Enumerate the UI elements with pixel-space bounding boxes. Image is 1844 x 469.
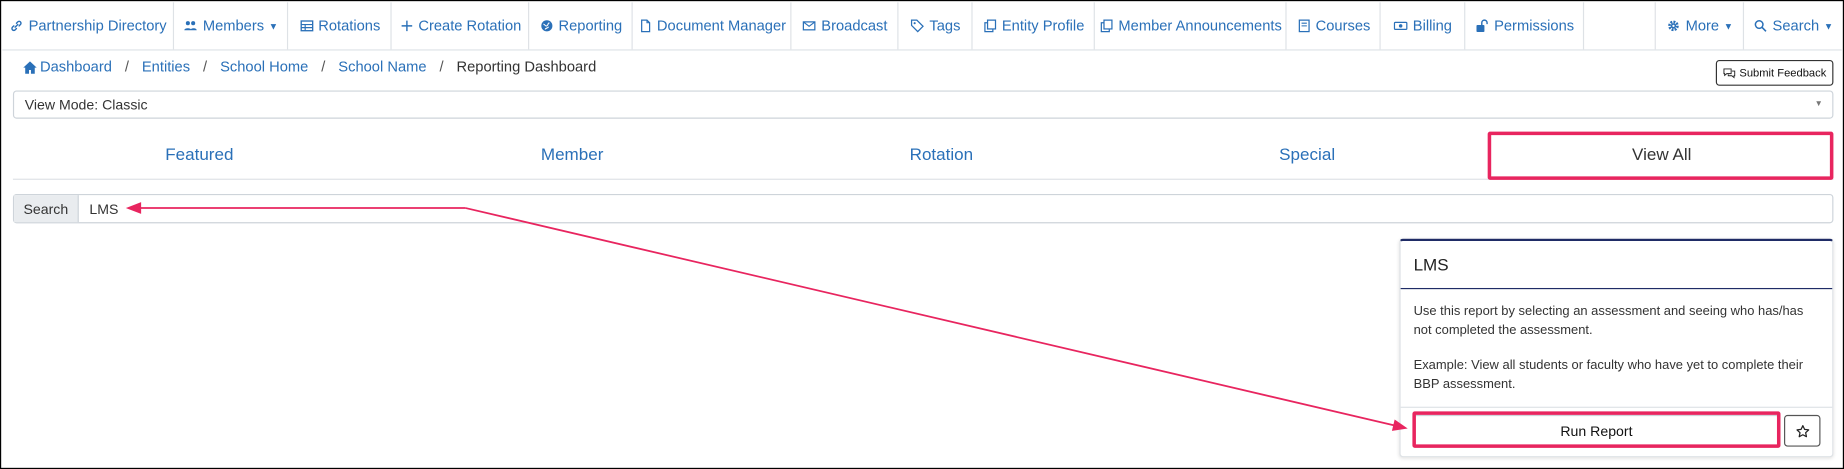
nav-reporting[interactable]: Reporting: [529, 2, 633, 50]
chevron-down-icon: ▼: [1723, 20, 1734, 32]
comments-icon: [1723, 68, 1736, 79]
nav-spacer: [1584, 2, 1656, 50]
link-icon: [9, 18, 25, 34]
nav-label: Billing: [1412, 17, 1452, 35]
tab-featured[interactable]: Featured: [13, 132, 386, 179]
nav-label: Reporting: [558, 17, 623, 35]
nav-label: Rotations: [318, 17, 381, 35]
gear-icon: [1666, 18, 1682, 34]
home-icon: [22, 59, 37, 74]
star-icon: [1795, 424, 1809, 437]
book-icon: [1296, 18, 1312, 34]
breadcrumb-separator: /: [124, 58, 129, 76]
breadcrumb-separator: /: [439, 58, 444, 76]
report-card-title: LMS: [1413, 256, 1449, 276]
submit-feedback-button[interactable]: Submit Feedback: [1715, 59, 1834, 86]
nav-rotations[interactable]: Rotations: [288, 2, 392, 50]
breadcrumb-label: Dashboard: [39, 58, 112, 76]
search-input[interactable]: [78, 195, 1833, 223]
favorite-button[interactable]: [1784, 414, 1821, 447]
table-icon: [298, 18, 314, 34]
nav-billing[interactable]: Billing: [1381, 2, 1466, 50]
tab-rotation[interactable]: Rotation: [759, 132, 1125, 179]
envelope-icon: [801, 18, 817, 34]
nav-search[interactable]: Search ▼: [1744, 2, 1842, 49]
breadcrumb-school-name[interactable]: School Name: [338, 59, 426, 75]
breadcrumb-entities[interactable]: Entities: [142, 59, 190, 75]
breadcrumb-dashboard[interactable]: Dashboard: [22, 59, 112, 75]
card-divider: [1400, 406, 1833, 408]
nav-label: Document Manager: [656, 17, 787, 35]
breadcrumb-current: Reporting Dashboard: [456, 58, 597, 76]
report-search: Search: [12, 193, 1834, 224]
report-example: Example: View all students or faculty wh…: [1413, 358, 1804, 392]
tab-special[interactable]: Special: [1124, 132, 1490, 179]
report-card-body: Use this report by selecting an assessme…: [1414, 302, 1820, 410]
annotation-highlight-view-all: [1487, 131, 1834, 180]
feedback-label: Submit Feedback: [1739, 66, 1827, 80]
tab-member[interactable]: Member: [386, 132, 759, 179]
chevron-down-icon: ▼: [1823, 20, 1834, 32]
report-description: Use this report by selecting an assessme…: [1413, 304, 1804, 338]
nav-label: Entity Profile: [1001, 17, 1085, 35]
nav-partnership-directory[interactable]: Partnership Directory: [2, 2, 175, 50]
nav-label: Partnership Directory: [28, 17, 167, 35]
nav-label: Tags: [929, 17, 961, 35]
nav-courses[interactable]: Courses: [1287, 2, 1381, 50]
file-icon: [637, 18, 653, 34]
nav-label: Member Announcements: [1118, 17, 1282, 35]
chevron-down-icon: ▼: [268, 20, 279, 32]
top-nav: Partnership Directory Members ▼ Rotation…: [2, 2, 1842, 51]
copy-icon: [982, 18, 998, 34]
nav-label: Search: [1772, 17, 1820, 35]
nav-label: Members: [202, 17, 265, 35]
search-label: Search: [14, 195, 79, 223]
nav-member-announcements[interactable]: Member Announcements: [1095, 2, 1287, 50]
tag-icon: [909, 18, 925, 34]
chevron-down-icon: ▼: [1814, 99, 1823, 109]
nav-more[interactable]: More ▼: [1656, 2, 1745, 50]
plus-icon: [398, 18, 414, 34]
nav-label: Broadcast: [821, 17, 888, 35]
users-icon: [183, 18, 199, 34]
app-window: Partnership Directory Members ▼ Rotation…: [0, 0, 1844, 469]
annotation-arrow-line: [465, 207, 1395, 427]
nav-create-rotation[interactable]: Create Rotation: [392, 2, 530, 50]
money-icon: [1393, 18, 1409, 34]
nav-permissions[interactable]: Permissions: [1465, 2, 1585, 50]
annotation-highlight-run-report: [1412, 411, 1781, 448]
nav-members[interactable]: Members ▼: [174, 2, 289, 50]
nav-broadcast[interactable]: Broadcast: [791, 2, 899, 50]
nav-document-manager[interactable]: Document Manager: [633, 2, 792, 50]
breadcrumb-separator: /: [321, 58, 326, 76]
nav-tags[interactable]: Tags: [898, 2, 973, 50]
nav-label: Permissions: [1494, 17, 1575, 35]
unlock-icon: [1474, 18, 1490, 34]
breadcrumb: Dashboard / Entities / School Home / Sch…: [22, 59, 596, 75]
nav-entity-profile[interactable]: Entity Profile: [973, 2, 1095, 50]
view-mode-value: View Mode: Classic: [24, 96, 148, 113]
nav-label: More: [1685, 17, 1720, 35]
search-icon: [1753, 18, 1769, 34]
globe-icon: [538, 18, 554, 34]
nav-label: Create Rotation: [418, 17, 522, 35]
breadcrumb-separator: /: [203, 58, 208, 76]
view-mode-select[interactable]: View Mode: Classic ▼: [12, 90, 1834, 119]
copy-icon: [1098, 18, 1114, 34]
nav-label: Courses: [1315, 17, 1371, 35]
card-divider: [1400, 287, 1833, 290]
breadcrumb-school-home[interactable]: School Home: [220, 59, 308, 75]
